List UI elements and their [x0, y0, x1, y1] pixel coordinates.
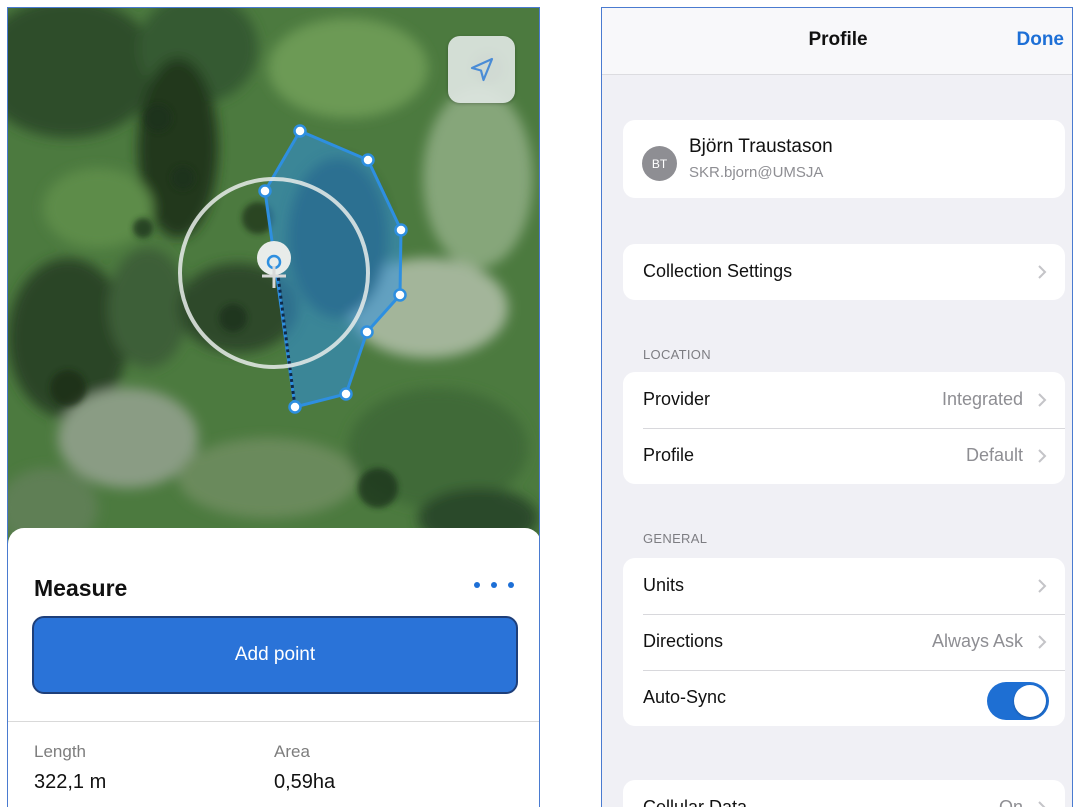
- vertex-5: [360, 325, 374, 339]
- auto-sync-toggle[interactable]: [987, 682, 1049, 720]
- general-section-header: GENERAL: [643, 531, 708, 546]
- collection-settings-card: Collection Settings: [623, 244, 1065, 300]
- location-card: Provider Integrated Profile Default: [623, 372, 1065, 484]
- directions-row[interactable]: Directions Always Ask: [623, 614, 1065, 670]
- length-value: 322,1 m: [34, 771, 107, 793]
- vertex-6: [339, 387, 353, 401]
- screenshot-composite: Measure Add point Length 322,1 m Area 0,…: [0, 0, 1075, 807]
- measure-screen: Measure Add point Length 322,1 m Area 0,…: [7, 7, 540, 807]
- location-profile-row[interactable]: Profile Default: [623, 428, 1065, 484]
- vertex-2: [361, 153, 375, 167]
- provider-label: Provider: [643, 389, 711, 409]
- chevron-right-icon: [1038, 801, 1046, 807]
- locate-button[interactable]: [448, 36, 515, 103]
- avatar: BT: [642, 146, 677, 181]
- general-card: Units Directions Always Ask Auto-Sync: [623, 558, 1065, 726]
- chevron-right-icon: [1038, 265, 1047, 279]
- location-profile-value: Default: [965, 445, 1023, 465]
- toggle-knob: [1014, 685, 1046, 717]
- done-button[interactable]: Done: [1017, 29, 1065, 51]
- units-row[interactable]: Units: [623, 558, 1065, 614]
- cellular-data-label: Cellular Data: [643, 797, 748, 807]
- chevron-right-icon: [1038, 579, 1047, 593]
- units-label: Units: [643, 575, 685, 595]
- vertex-4: [393, 288, 407, 302]
- provider-value: Integrated: [941, 389, 1023, 409]
- area-value: 0,59ha: [274, 771, 336, 793]
- chevron-right-icon: [1038, 393, 1047, 407]
- length-label: Length: [34, 742, 86, 761]
- ellipsis-icon: [474, 582, 480, 588]
- navigation-arrow-icon: [470, 57, 493, 81]
- vertex-3: [394, 223, 408, 237]
- vertex-8: [258, 184, 272, 198]
- vertex-1: [293, 124, 307, 138]
- chevron-right-icon: [1038, 449, 1047, 463]
- profile-screen: Profile Done BT Björn Traustason SKR.bjo…: [601, 7, 1073, 807]
- satellite-map[interactable]: [8, 8, 539, 548]
- navigation-bar: Profile Done: [602, 8, 1072, 75]
- cellular-data-row[interactable]: Cellular Data On: [623, 780, 1065, 807]
- add-point-button[interactable]: Add point: [32, 616, 518, 694]
- auto-sync-label: Auto-Sync: [643, 687, 727, 707]
- cellular-card: Cellular Data On: [623, 780, 1065, 807]
- directions-value: Always Ask: [931, 631, 1023, 651]
- vertex-7: [288, 400, 302, 414]
- location-profile-label: Profile: [643, 445, 695, 465]
- provider-row[interactable]: Provider Integrated: [623, 372, 1065, 428]
- user-card[interactable]: BT Björn Traustason SKR.bjorn@UMSJA: [623, 120, 1065, 198]
- chevron-right-icon: [1038, 635, 1047, 649]
- area-label: Area: [274, 742, 310, 761]
- sheet-title: Measure: [34, 575, 128, 601]
- auto-sync-row: Auto-Sync: [623, 670, 1065, 726]
- location-section-header: LOCATION: [643, 347, 711, 362]
- collection-settings-row[interactable]: Collection Settings: [623, 244, 1065, 300]
- user-account: SKR.bjorn@UMSJA: [689, 164, 824, 181]
- measure-bottom-sheet: Measure Add point Length 322,1 m Area 0,…: [8, 528, 539, 807]
- more-options-button[interactable]: [474, 575, 514, 595]
- page-title: Profile: [808, 29, 868, 50]
- cellular-data-value: On: [998, 797, 1023, 807]
- directions-label: Directions: [643, 631, 724, 651]
- user-name: Björn Traustason: [689, 136, 833, 157]
- collection-settings-label: Collection Settings: [643, 261, 793, 281]
- divider: [8, 721, 539, 722]
